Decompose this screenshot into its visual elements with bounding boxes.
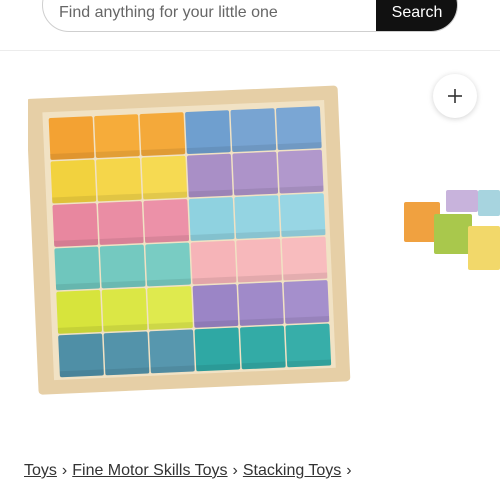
search-button[interactable]: Search [376, 0, 457, 31]
breadcrumb-separator: › [232, 462, 238, 479]
side-thumbnail[interactable] [402, 188, 500, 278]
breadcrumb-separator: › [61, 462, 68, 479]
side-blocks [404, 190, 500, 270]
side-block [468, 226, 500, 270]
breadcrumb-item-fine-motor-skills-toys[interactable]: Fine Motor Skills Toys [72, 462, 227, 479]
breadcrumb-item-stacking-toys[interactable]: Stacking Toys [243, 462, 341, 479]
breadcrumb: Toys › Fine Motor Skills Toys › Stacking Toy… [24, 462, 357, 480]
side-block [478, 190, 500, 216]
search-input[interactable] [59, 0, 359, 31]
breadcrumb-item-toys[interactable]: Toys [24, 462, 57, 479]
product-image[interactable] [28, 78, 353, 398]
breadcrumb-separator: › [346, 462, 352, 479]
side-block [446, 190, 478, 212]
header-divider [0, 50, 500, 51]
side-block [434, 214, 472, 254]
search-bar: Search [42, 0, 458, 32]
plus-icon [448, 89, 462, 103]
add-button[interactable] [433, 74, 477, 118]
